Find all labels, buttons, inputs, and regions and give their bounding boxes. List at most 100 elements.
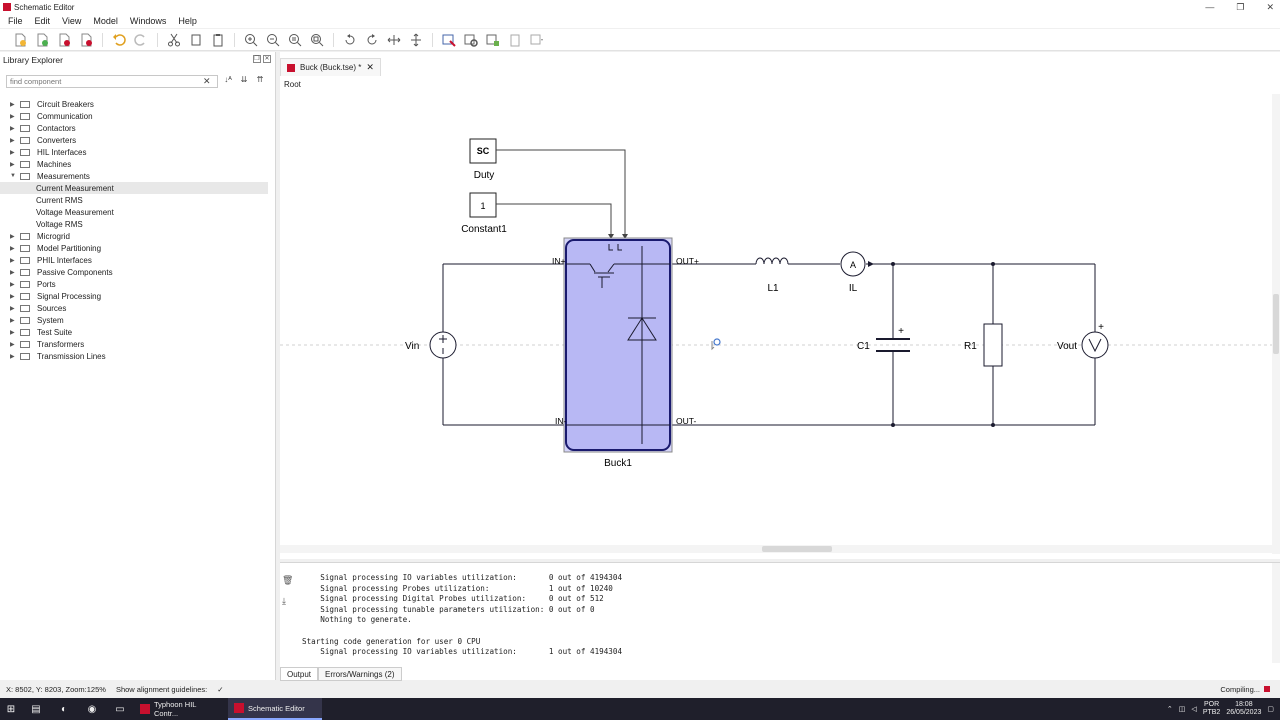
clear-search-icon[interactable]: ✕ <box>203 76 211 87</box>
hil-setup-icon[interactable] <box>485 32 501 48</box>
library-tree-item[interactable]: Current RMS <box>0 194 268 206</box>
edge-browser-icon[interactable]: ◐ <box>50 698 78 720</box>
library-tree-item[interactable]: ▶ Transmission Lines <box>0 350 268 362</box>
file-explorer-pinned-icon[interactable]: ▤ <box>22 698 50 720</box>
collapsed-arrow-icon[interactable]: ▶ <box>10 233 18 240</box>
menu-model[interactable]: Model <box>93 16 118 26</box>
volume-icon[interactable]: ◁ <box>1191 705 1196 713</box>
zoom-fit-icon[interactable] <box>287 32 303 48</box>
clear-output-icon[interactable]: 🗑 <box>282 575 293 586</box>
notifications-icon[interactable]: ▢ <box>1267 705 1274 713</box>
new-file-icon[interactable] <box>12 32 28 48</box>
inductor-l1[interactable] <box>755 257 789 265</box>
library-tree-item[interactable]: ▶ Machines <box>0 158 268 170</box>
library-tree-item[interactable]: ▶ Model Partitioning <box>0 242 268 254</box>
tab-close-icon[interactable]: ✕ <box>366 62 374 73</box>
collapsed-arrow-icon[interactable]: ▶ <box>10 293 18 300</box>
library-tree-item[interactable]: ▶ Test Suite <box>0 326 268 338</box>
collapsed-arrow-icon[interactable]: ▶ <box>10 269 18 276</box>
ammeter-il[interactable]: A <box>840 251 874 277</box>
minimize-button[interactable]: — <box>1205 0 1214 14</box>
expand-all-icon[interactable]: ⇊ <box>238 75 250 87</box>
scroll-thumb[interactable] <box>1273 294 1279 354</box>
export-menu-icon[interactable] <box>529 32 545 48</box>
flip-horizontal-icon[interactable] <box>386 32 402 48</box>
sort-alpha-icon[interactable]: ↓ᴬ <box>222 75 234 87</box>
duty-sc-block[interactable]: SC <box>469 138 497 164</box>
library-tree-item[interactable]: Voltage RMS <box>0 218 268 230</box>
library-tree-item[interactable]: ▶ Transformers <box>0 338 268 350</box>
library-tree-item[interactable]: ▶ PHIL Interfaces <box>0 254 268 266</box>
start-menu-icon[interactable]: ⊞ <box>0 698 22 720</box>
stop-compile-icon[interactable] <box>1264 686 1270 692</box>
collapsed-arrow-icon[interactable]: ▶ <box>10 257 18 264</box>
library-tree-item[interactable]: ▼ Measurements <box>0 170 268 182</box>
firefox-browser-icon[interactable]: ◉ <box>78 698 106 720</box>
network-icon[interactable]: ◫ <box>1179 705 1186 713</box>
schematic-canvas[interactable]: SC Duty 1 Constant1 IN+ IN- OUT+ OUT- Bu… <box>280 96 1272 546</box>
folder-icon[interactable]: ▭ <box>106 698 134 720</box>
menu-file[interactable]: File <box>8 16 23 26</box>
copy-icon[interactable] <box>188 32 204 48</box>
tab-output[interactable]: Output <box>280 667 319 681</box>
save-file-icon[interactable] <box>78 32 94 48</box>
constant-block[interactable]: 1 <box>469 192 497 218</box>
collapsed-arrow-icon[interactable]: ▶ <box>10 317 18 324</box>
menu-help[interactable]: Help <box>178 16 197 26</box>
collapsed-arrow-icon[interactable]: ▶ <box>10 245 18 252</box>
clock[interactable]: 18:08 26/05/2023 <box>1226 701 1261 717</box>
rotate-left-icon[interactable] <box>342 32 358 48</box>
collapsed-arrow-icon[interactable]: ▶ <box>10 353 18 360</box>
menu-windows[interactable]: Windows <box>130 16 167 26</box>
zoom-in-icon[interactable] <box>243 32 259 48</box>
library-tree-item[interactable]: Current Measurement <box>0 182 268 194</box>
collapsed-arrow-icon[interactable]: ▶ <box>10 305 18 312</box>
collapsed-arrow-icon[interactable]: ▶ <box>10 149 18 156</box>
collapsed-arrow-icon[interactable]: ▶ <box>10 101 18 108</box>
voltmeter-vout[interactable] <box>1081 331 1109 359</box>
collapsed-arrow-icon[interactable]: ▶ <box>10 281 18 288</box>
alignment-guidelines-checkbox[interactable]: ✓ <box>217 685 223 694</box>
vertical-scrollbar[interactable] <box>1272 94 1280 554</box>
buck-converter-block[interactable] <box>563 237 673 453</box>
cut-icon[interactable] <box>166 32 182 48</box>
panel-float-icon[interactable]: ❐ <box>253 55 261 63</box>
library-search-input[interactable] <box>7 77 202 86</box>
compile-icon[interactable] <box>441 32 457 48</box>
tab-buck[interactable]: Buck (Buck.tse) * ✕ <box>280 58 381 76</box>
library-tree-item[interactable]: ▶ Microgrid <box>0 230 268 242</box>
restore-button[interactable]: ❐ <box>1236 0 1244 14</box>
collapsed-arrow-icon[interactable]: ▶ <box>10 137 18 144</box>
taskbar-app-schematic-editor[interactable]: Schematic Editor <box>228 698 322 720</box>
library-tree-item[interactable]: ▶ Signal Processing <box>0 290 268 302</box>
menu-edit[interactable]: Edit <box>35 16 51 26</box>
library-tree-item[interactable]: ▶ Converters <box>0 134 268 146</box>
library-tree-item[interactable]: Voltage Measurement <box>0 206 268 218</box>
library-tree-item[interactable]: ▶ System <box>0 314 268 326</box>
tray-chevron-icon[interactable]: ⌃ <box>1167 705 1173 713</box>
flip-vertical-icon[interactable] <box>408 32 424 48</box>
collapsed-arrow-icon[interactable]: ▶ <box>10 113 18 120</box>
collapse-all-icon[interactable]: ⇈ <box>254 75 266 87</box>
zoom-selection-icon[interactable] <box>309 32 325 48</box>
model-settings-icon[interactable] <box>463 32 479 48</box>
taskbar-app-typhoon[interactable]: Typhoon HIL Contr... <box>134 698 228 720</box>
resistor-r1[interactable] <box>983 323 1003 367</box>
library-tree-item[interactable]: ▶ Contactors <box>0 122 268 134</box>
library-tree-item[interactable]: ▶ Passive Components <box>0 266 268 278</box>
close-button[interactable]: ✕ <box>1266 0 1274 14</box>
undo-icon[interactable] <box>111 32 127 48</box>
library-tree-item[interactable]: ▶ Circuit Breakers <box>0 98 268 110</box>
scroll-to-end-icon[interactable]: ⤓ <box>282 596 293 607</box>
zoom-out-icon[interactable] <box>265 32 281 48</box>
library-tree-item[interactable]: ▶ HIL Interfaces <box>0 146 268 158</box>
collapsed-arrow-icon[interactable]: ▶ <box>10 161 18 168</box>
library-tree-item[interactable]: ▶ Sources <box>0 302 268 314</box>
menu-view[interactable]: View <box>62 16 81 26</box>
library-tree-item[interactable]: ▶ Ports <box>0 278 268 290</box>
scroll-thumb[interactable] <box>762 546 832 552</box>
collapsed-arrow-icon[interactable]: ▶ <box>10 341 18 348</box>
redo-icon[interactable] <box>133 32 149 48</box>
paste-icon[interactable] <box>210 32 226 48</box>
language-indicator[interactable]: POR PTB2 <box>1203 701 1221 717</box>
